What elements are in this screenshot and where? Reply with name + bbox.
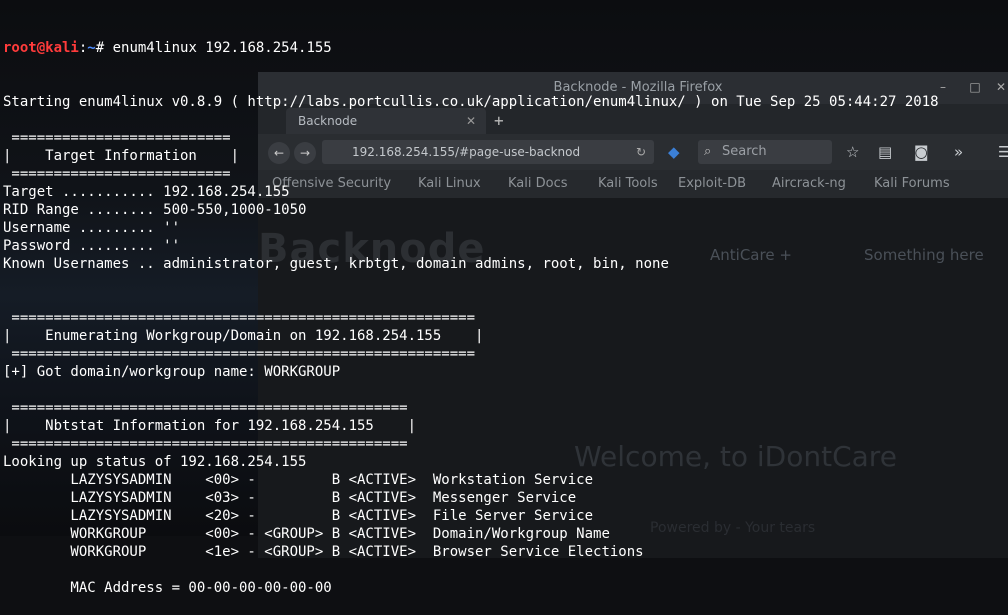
terminal-line: | Enumerating Workgroup/Domain on 192.16… — [3, 328, 484, 344]
terminal-line: Username ......... '' — [3, 220, 181, 236]
hamburger-menu-icon[interactable]: ☰ — [998, 142, 1008, 162]
close-icon[interactable]: ✕ — [994, 80, 1008, 94]
terminal-line: LAZYSYSADMIN <20> - B <ACTIVE> File Serv… — [3, 508, 594, 524]
terminal-lines: Starting enum4linux v0.8.9 ( http://labs… — [3, 93, 939, 597]
terminal-line: LAZYSYSADMIN <00> - B <ACTIVE> Workstati… — [3, 472, 594, 488]
terminal-line: | Target Information | — [3, 148, 240, 164]
terminal-line: ========================================… — [3, 400, 408, 416]
prompt-path: ~ — [87, 40, 96, 56]
prompt-user: root@kali — [3, 40, 79, 56]
terminal-line: WORKGROUP <00> - <GROUP> B <ACTIVE> Doma… — [3, 526, 610, 542]
terminal-line: Starting enum4linux v0.8.9 ( http://labs… — [3, 94, 939, 110]
terminal-line: Looking up status of 192.168.254.155 — [3, 454, 307, 470]
terminal-prompt-line: root@kali:~# enum4linux 192.168.254.155 — [3, 39, 939, 57]
terminal-line: Known Usernames .. administrator, guest,… — [3, 256, 669, 272]
maximize-icon[interactable]: □ — [968, 80, 982, 94]
terminal-line: ========================== — [3, 130, 231, 146]
terminal-line: Password ......... '' — [3, 238, 181, 254]
terminal-line: MAC Address = 00-00-00-00-00-00 — [3, 580, 332, 596]
terminal-line: LAZYSYSADMIN <03> - B <ACTIVE> Messenger… — [3, 490, 577, 506]
terminal-line: ========================================… — [3, 436, 408, 452]
prompt-command: # enum4linux 192.168.254.155 — [95, 40, 332, 56]
terminal-line: RID Range ........ 500-550,1000-1050 — [3, 202, 307, 218]
terminal-line: ========================== — [3, 166, 231, 182]
terminal-line: ========================================… — [3, 310, 476, 326]
terminal-line: ========================================… — [3, 346, 476, 362]
terminal-line: [+] Got domain/workgroup name: WORKGROUP — [3, 364, 341, 380]
overflow-chevron-icon[interactable]: » — [954, 142, 963, 162]
terminal-line: Target ........... 192.168.254.155 — [3, 184, 290, 200]
terminal-line: | Nbtstat Information for 192.168.254.15… — [3, 418, 417, 434]
terminal-line: WORKGROUP <1e> - <GROUP> B <ACTIVE> Brow… — [3, 544, 644, 560]
terminal-output[interactable]: root@kali:~# enum4linux 192.168.254.155 … — [3, 3, 939, 615]
